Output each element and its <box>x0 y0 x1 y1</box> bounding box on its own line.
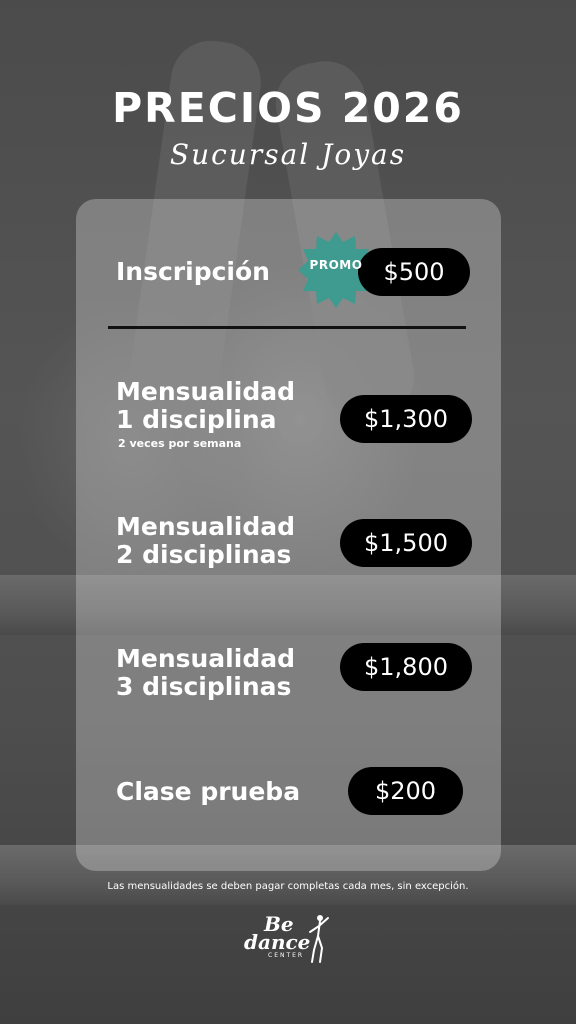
branch-subtitle: Sucursal Joyas <box>169 138 407 171</box>
mensualidad-3-price: $1,800 <box>340 643 472 691</box>
logo-center-text: CENTER <box>268 952 305 959</box>
mensualidad-1-price: $1,300 <box>340 395 472 443</box>
divider <box>108 326 466 329</box>
mensualidad-2-label: Mensualidad 2 disciplinas <box>116 513 295 569</box>
mensualidad-2-line2: 2 disciplinas <box>116 540 292 569</box>
mensualidad-1-sub: 2 veces por semana <box>118 437 242 450</box>
mensualidad-1-line2: 1 disciplina <box>116 405 277 434</box>
ballerina-icon <box>309 915 329 963</box>
mensualidad-2-price: $1,500 <box>340 519 472 567</box>
brand-logo: Be dance CENTER <box>238 910 338 966</box>
mensualidad-1-line1: Mensualidad <box>116 377 295 406</box>
clase-prueba-label: Clase prueba <box>116 777 301 806</box>
mensualidad-1-label: Mensualidad 1 disciplina <box>116 378 295 434</box>
mensualidad-3-line2: 3 disciplinas <box>116 672 292 701</box>
clase-prueba-price: $200 <box>348 767 463 815</box>
mensualidad-3-label: Mensualidad 3 disciplinas <box>116 645 295 701</box>
mensualidad-2-line1: Mensualidad <box>116 512 295 541</box>
inscripcion-price: $500 <box>358 248 470 296</box>
promo-label: PROMO <box>309 258 363 272</box>
header: PRECIOS 2026 Sucursal Joyas <box>0 84 576 171</box>
mensualidad-3-line1: Mensualidad <box>116 644 295 673</box>
page-title: PRECIOS 2026 <box>112 84 464 132</box>
logo-dance-text: dance <box>244 930 311 954</box>
payment-note: Las mensualidades se deben pagar complet… <box>107 881 469 892</box>
inscripcion-label: Inscripción <box>116 257 270 286</box>
